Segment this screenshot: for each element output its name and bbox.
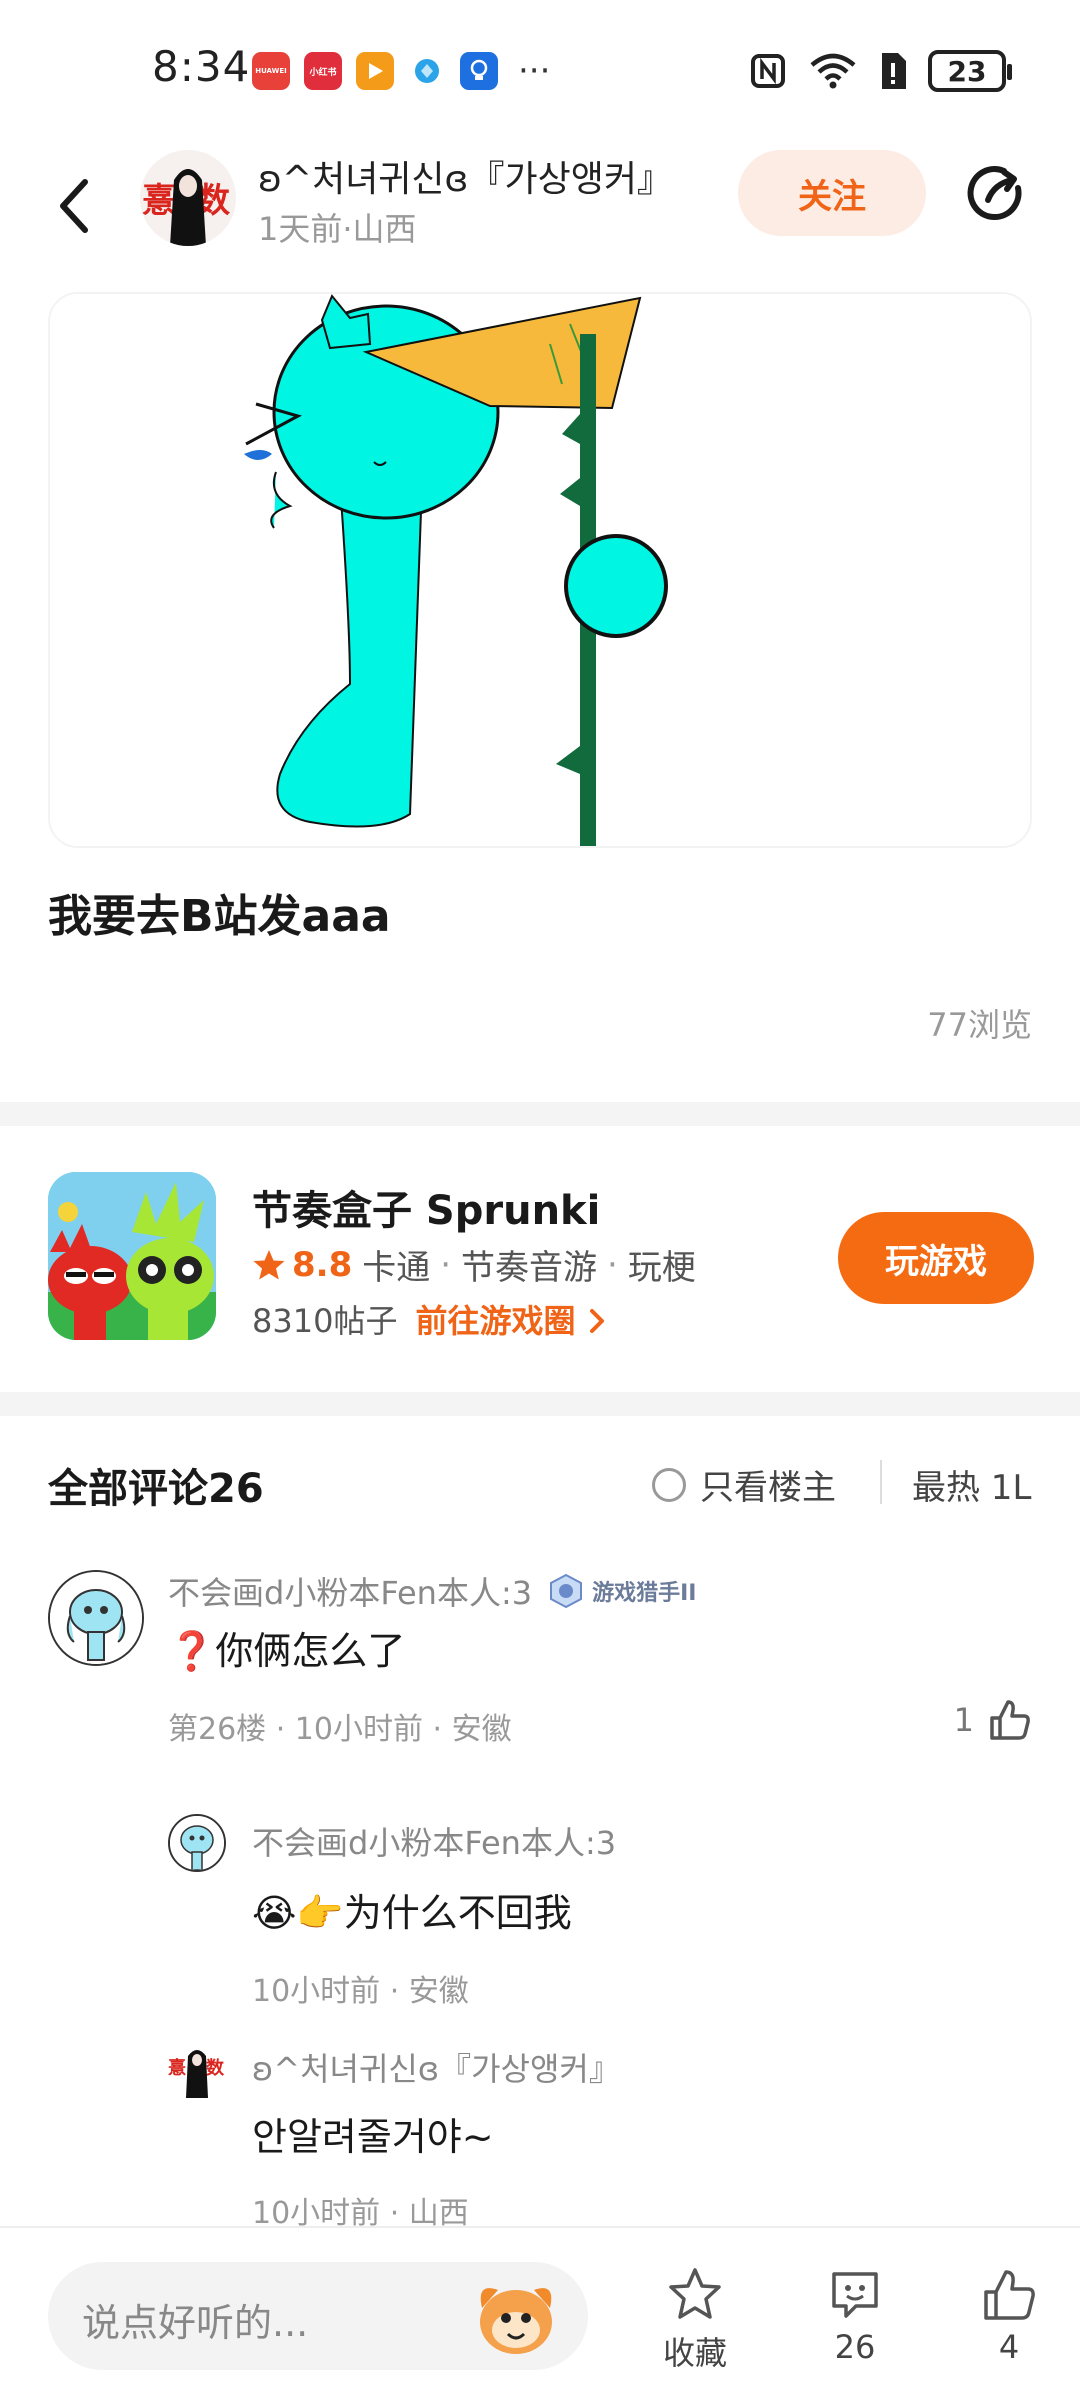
comments-header: 全部评论26 只看楼主 最热 1L <box>0 1420 1080 1540</box>
sprunki-game-icon <box>48 1172 216 1340</box>
cyan-character-drawing <box>50 294 1030 846</box>
reply-author-name[interactable]: 不会画d小粉本Fen本人:3 <box>252 1818 616 1864</box>
tag-separator: · <box>440 1244 452 1285</box>
section-divider <box>0 1392 1080 1416</box>
svg-text:憙: 憙 <box>142 181 176 221</box>
game-icon[interactable] <box>48 1172 216 1340</box>
radio-icon <box>652 1467 686 1502</box>
game-tag: 卡通 <box>362 1248 431 1288</box>
commenter-name[interactable]: 不会画d小粉本Fen本人:3 游戏猎手II <box>168 1568 696 1614</box>
user-badge: 游戏猎手II <box>548 1573 696 1609</box>
status-bar: 8:34 HUAWEI 小红书 ··· 23 <box>0 0 1080 140</box>
share-button[interactable] <box>962 158 1032 228</box>
game-rating: 8.8 <box>252 1245 352 1285</box>
mascot-emoji-icon[interactable] <box>468 2268 564 2364</box>
reply-meta: 10小时前 · 安徽 <box>252 1974 469 2009</box>
thumbs-up-icon <box>990 1700 1030 1740</box>
status-app-icons: HUAWEI 小红书 ··· <box>252 52 550 90</box>
post-header: 憙 数 ʚ^처녀귀신ɞ『가상앵커』 1天前·山西 关注 <box>0 140 1080 270</box>
game-post-count: 8310帖子 <box>252 1302 398 1340</box>
like-button[interactable]: 4 <box>954 2266 1064 2366</box>
game-tag: 节奏音游 <box>461 1248 598 1288</box>
xiaohongshu-app-icon: 小红书 <box>304 52 342 90</box>
comment-text: ❓你俩怎么了 <box>168 1629 406 1673</box>
back-button[interactable] <box>44 166 104 246</box>
more-notifications-icon: ··· <box>518 51 551 91</box>
comments-title: 全部评论26 <box>48 1466 264 1512</box>
share-icon <box>967 166 1022 221</box>
hunter-badge-icon <box>550 1573 583 1609</box>
game-tag: 玩梗 <box>627 1248 696 1288</box>
author-avatar[interactable]: 憙 数 <box>140 150 236 246</box>
comment-count: 26 <box>834 2328 876 2366</box>
status-time: 8:34 <box>152 42 251 91</box>
view-count: 77浏览 <box>927 1006 1032 1044</box>
comment-like-button[interactable]: 1 <box>954 1698 1032 1742</box>
game-sub-info: 8310帖子 前往游戏圈 <box>252 1296 609 1342</box>
thumbs-up-icon <box>984 2270 1035 2320</box>
wifi-icon <box>810 53 856 89</box>
battery-indicator: 23 <box>928 50 1012 92</box>
game-tags: 8.8 卡通 · 节奏音游 · 玩梗 <box>252 1240 696 1289</box>
bulb-app-icon <box>460 52 498 90</box>
favorite-button[interactable]: 收藏 <box>640 2266 750 2374</box>
commenter-avatar[interactable] <box>48 1570 144 1666</box>
commenter-avatar-image <box>50 1572 142 1664</box>
only-op-toggle[interactable]: 只看楼主 <box>652 1460 836 1509</box>
sort-divider <box>880 1460 882 1504</box>
browser-app-icon <box>408 52 446 90</box>
svg-text:憙: 憙 <box>168 2057 186 2079</box>
reply-item: 不会画d小粉本Fen本人:3 😭👉为什么不回我 10小时前 · 安徽 <box>0 1808 1080 2009</box>
comment-input-placeholder: 说点好听的... <box>82 2301 309 2345</box>
comment-input[interactable]: 说点好听的... <box>48 2262 588 2370</box>
reply-item: 憙 数 ʚ^처녀귀신ɞ『가상앵커』 안알려줄거야~ 10小时前 · 山西 <box>0 2036 1080 2231</box>
huawei-app-icon: HUAWEI <box>252 52 290 90</box>
star-outline-icon <box>669 2268 721 2319</box>
reply-avatar-image <box>170 1816 224 1870</box>
author-avatar-image: 憙 数 <box>140 150 236 246</box>
comment-count-button[interactable]: 26 <box>800 2266 910 2366</box>
tag-separator: · <box>607 1244 618 1285</box>
chevron-left-icon <box>60 179 88 233</box>
post-image[interactable] <box>48 292 1032 848</box>
play-game-button[interactable]: 玩游戏 <box>838 1212 1034 1304</box>
star-icon <box>253 1249 285 1279</box>
sort-button[interactable]: 最热 1L <box>912 1460 1032 1509</box>
post-title: 我要去B站发aaa <box>48 891 391 942</box>
section-divider <box>0 1102 1080 1126</box>
favorite-label: 收藏 <box>662 2334 727 2372</box>
reply-text: 😭👉为什么不回我 <box>252 1891 572 1935</box>
comment-meta: 第26楼 · 10小时前 · 安徽 <box>168 1712 512 1747</box>
chevron-right-icon <box>589 1309 604 1333</box>
post-time-location: 1天前·山西 <box>258 210 417 248</box>
comment-item: 不会画d小粉本Fen本人:3 游戏猎手II ❓你俩怎么了 第26楼 · 10小时… <box>0 1560 1080 1760</box>
game-circle-link[interactable]: 前往游戏圈 <box>415 1296 608 1342</box>
reply-text: 안알려줄거야~ <box>252 2115 494 2159</box>
status-indicators: 23 <box>748 50 1012 92</box>
comment-bubble-icon <box>832 2272 878 2318</box>
reply-avatar-image: 憙 数 <box>168 2040 226 2098</box>
svg-text:数: 数 <box>206 2057 225 2079</box>
like-count: 4 <box>998 2328 1020 2366</box>
bottom-action-bar: 说点好听的... 收藏 26 4 <box>0 2226 1080 2400</box>
game-name[interactable]: 节奏盒子 Sprunki <box>252 1178 600 1236</box>
game-card[interactable]: 节奏盒子 Sprunki 8.8 卡通 · 节奏音游 · 玩梗 8310帖子 前… <box>0 1126 1080 1386</box>
video-app-icon <box>356 52 394 90</box>
follow-button[interactable]: 关注 <box>738 150 926 236</box>
nfc-icon <box>751 54 785 88</box>
sim-alert-icon <box>882 53 906 89</box>
reply-author-name[interactable]: ʚ^처녀귀신ɞ『가상앵커』 <box>252 2044 621 2090</box>
reply-avatar[interactable] <box>168 1814 226 1872</box>
author-name[interactable]: ʚ^처녀귀신ɞ『가상앵커』 <box>258 150 673 202</box>
reply-avatar[interactable]: 憙 数 <box>168 2040 226 2098</box>
